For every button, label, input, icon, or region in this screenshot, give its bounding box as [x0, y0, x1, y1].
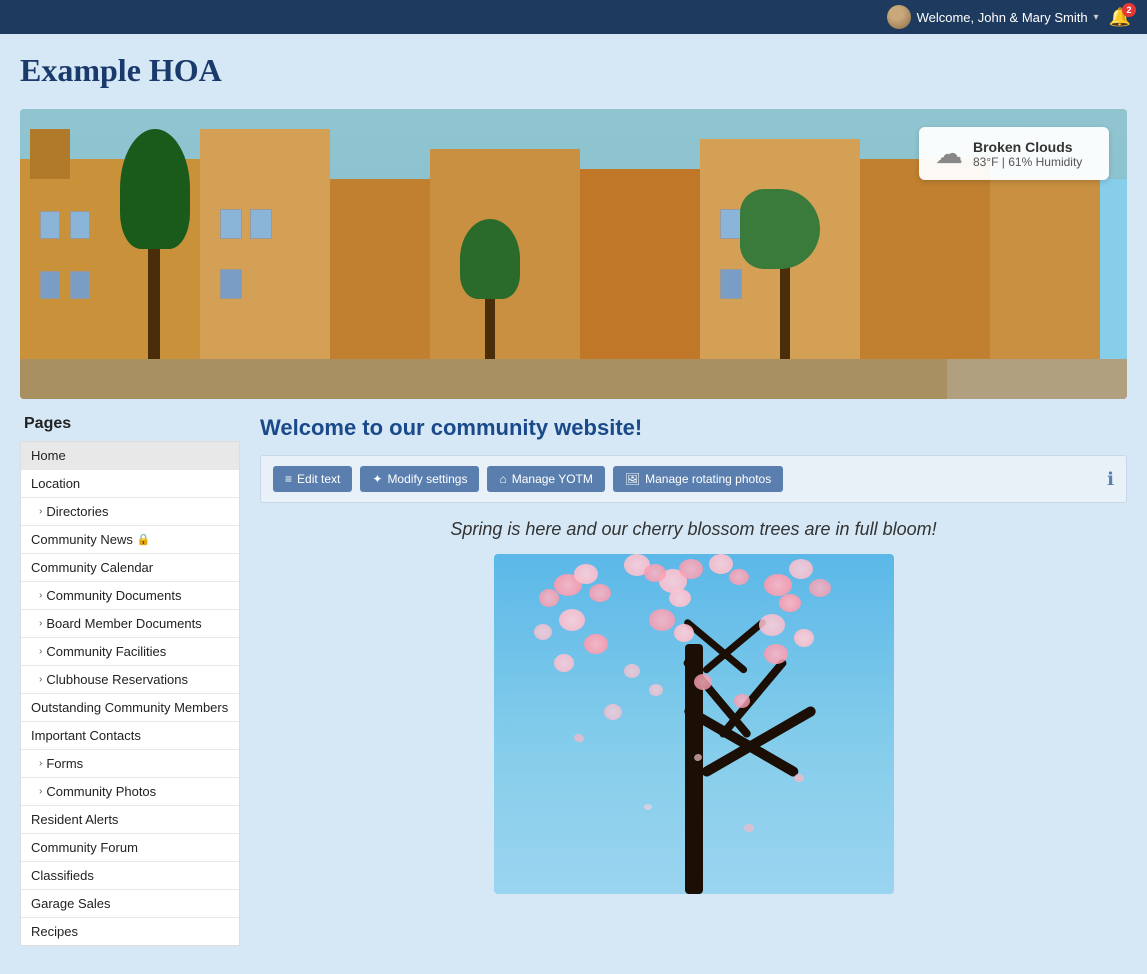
- sidebar-item-directories[interactable]: › Directories: [21, 498, 239, 526]
- sidebar-item-community-facilities[interactable]: › Community Facilities: [21, 638, 239, 666]
- main-content: Welcome to our community website! ≡ Edit…: [260, 415, 1127, 894]
- weather-info: Broken Clouds 83°F | 61% Humidity: [973, 139, 1082, 169]
- weather-condition: Broken Clouds: [973, 139, 1082, 155]
- notification-badge: 2: [1122, 3, 1136, 17]
- notifications-button[interactable]: 🔔 2: [1109, 7, 1131, 28]
- sidebar-item-label: Community Documents: [46, 588, 181, 603]
- chevron-down-icon: ▾: [1094, 12, 1099, 23]
- sidebar-item-label: Board Member Documents: [46, 616, 201, 631]
- sidebar: Pages Home Location › Directories Commun…: [20, 415, 240, 946]
- chevron-right-icon: ›: [39, 618, 42, 629]
- manage-yotm-button[interactable]: ⌂ Manage YOTM: [487, 466, 604, 492]
- chevron-right-icon: ›: [39, 646, 42, 657]
- sidebar-item-label: Classifieds: [31, 868, 94, 883]
- manage-yotm-label: Manage YOTM: [512, 472, 593, 486]
- sidebar-item-label: Home: [31, 448, 66, 463]
- chevron-right-icon: ›: [39, 786, 42, 797]
- blossom-scene: [494, 554, 894, 894]
- sidebar-item-community-news[interactable]: Community News 🔒: [21, 526, 239, 554]
- page-heading: Welcome to our community website!: [260, 415, 1127, 441]
- sidebar-item-label: Recipes: [31, 924, 78, 939]
- modify-settings-label: Modify settings: [387, 472, 467, 486]
- site-header: Example HOA: [0, 34, 1147, 109]
- sidebar-item-forms[interactable]: › Forms: [21, 750, 239, 778]
- user-menu[interactable]: Welcome, John & Mary Smith ▾: [887, 5, 1099, 29]
- main-layout: Pages Home Location › Directories Commun…: [20, 415, 1127, 946]
- chevron-right-icon: ›: [39, 506, 42, 517]
- sidebar-item-label: Directories: [46, 504, 108, 519]
- user-avatar: [887, 5, 911, 29]
- sidebar-item-label: Resident Alerts: [31, 812, 118, 827]
- edit-icon: ≡: [285, 472, 292, 486]
- sidebar-item-garage-sales[interactable]: Garage Sales: [21, 890, 239, 918]
- manage-photos-label: Manage rotating photos: [645, 472, 771, 486]
- sidebar-item-clubhouse-reservations[interactable]: › Clubhouse Reservations: [21, 666, 239, 694]
- info-icon[interactable]: ℹ: [1107, 469, 1114, 490]
- sidebar-item-label: Community Calendar: [31, 560, 153, 575]
- sidebar-item-community-calendar[interactable]: Community Calendar: [21, 554, 239, 582]
- welcome-text: Welcome, John & Mary Smith: [917, 10, 1088, 25]
- weather-details: 83°F | 61% Humidity: [973, 155, 1082, 169]
- sidebar-item-outstanding-community-members[interactable]: Outstanding Community Members: [21, 694, 239, 722]
- house-icon: ⌂: [499, 472, 506, 486]
- sidebar-item-label: Community News: [31, 532, 133, 547]
- site-title: Example HOA: [20, 52, 1127, 89]
- chevron-right-icon: ›: [39, 590, 42, 601]
- sidebar-item-recipes[interactable]: Recipes: [21, 918, 239, 945]
- sidebar-item-classifieds[interactable]: Classifieds: [21, 862, 239, 890]
- sidebar-item-important-contacts[interactable]: Important Contacts: [21, 722, 239, 750]
- settings-icon: ✦: [372, 472, 382, 486]
- modify-settings-button[interactable]: ✦ Modify settings: [360, 466, 479, 492]
- image-icon: 🖼: [625, 472, 640, 486]
- edit-text-button[interactable]: ≡ Edit text: [273, 466, 352, 492]
- content-toolbar: ≡ Edit text ✦ Modify settings ⌂ Manage Y…: [260, 455, 1127, 503]
- sidebar-item-label: Location: [31, 476, 80, 491]
- sidebar-pages-label: Pages: [20, 415, 240, 433]
- sidebar-item-location[interactable]: Location: [21, 470, 239, 498]
- sidebar-item-label: Garage Sales: [31, 896, 111, 911]
- sidebar-item-community-documents[interactable]: › Community Documents: [21, 582, 239, 610]
- lock-icon: 🔒: [137, 533, 151, 546]
- sidebar-item-label: Forms: [46, 756, 83, 771]
- sidebar-item-label: Clubhouse Reservations: [46, 672, 188, 687]
- sidebar-item-label: Community Forum: [31, 840, 138, 855]
- sidebar-item-label: Community Photos: [46, 784, 156, 799]
- top-navigation-bar: Welcome, John & Mary Smith ▾ 🔔 2: [0, 0, 1147, 34]
- sidebar-item-community-photos[interactable]: › Community Photos: [21, 778, 239, 806]
- edit-text-label: Edit text: [297, 472, 340, 486]
- chevron-right-icon: ›: [39, 758, 42, 769]
- sidebar-item-label: Important Contacts: [31, 728, 141, 743]
- cloud-icon: ☁: [935, 137, 963, 170]
- sidebar-item-resident-alerts[interactable]: Resident Alerts: [21, 806, 239, 834]
- sidebar-item-home[interactable]: Home: [21, 442, 239, 470]
- sidebar-item-community-forum[interactable]: Community Forum: [21, 834, 239, 862]
- manage-photos-button[interactable]: 🖼 Manage rotating photos: [613, 466, 783, 492]
- hero-banner: ☁ Broken Clouds 83°F | 61% Humidity: [20, 109, 1127, 399]
- weather-widget: ☁ Broken Clouds 83°F | 61% Humidity: [919, 127, 1109, 180]
- sidebar-item-label: Community Facilities: [46, 644, 166, 659]
- chevron-right-icon: ›: [39, 674, 42, 685]
- sidebar-nav: Home Location › Directories Community Ne…: [20, 441, 240, 946]
- sidebar-item-label: Outstanding Community Members: [31, 700, 228, 715]
- sidebar-item-board-member-documents[interactable]: › Board Member Documents: [21, 610, 239, 638]
- blossom-image: [494, 554, 894, 894]
- welcome-message: Spring is here and our cherry blossom tr…: [260, 519, 1127, 540]
